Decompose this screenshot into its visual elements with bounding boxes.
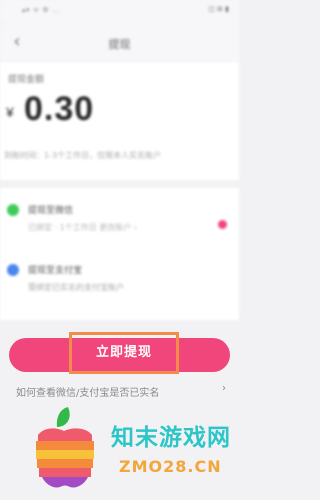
alipay-icon — [7, 264, 19, 276]
withdraw-note: 到账时间：1-3个工作日，仅限本人实名账户 — [4, 151, 162, 160]
watermark-logo-icon — [36, 407, 94, 488]
withdraw-button-label[interactable]: 立即提现 — [69, 332, 179, 374]
page-title: 提现 — [108, 38, 131, 51]
status-icons-left: ▴▾ ᯤ ⚙ ... — [22, 6, 61, 14]
wechat-icon — [7, 204, 19, 216]
balance-amount: 0.30 — [24, 90, 95, 128]
nav-bar: ‹ 提现 — [0, 24, 239, 62]
currency-symbol: ¥ — [6, 104, 14, 120]
method-title: 提现至支付宝 — [28, 266, 83, 276]
balance-card: 提现金额 ¥ 0.30 到账时间：1-3个工作日，仅限本人实名账户 — [0, 62, 239, 180]
help-link[interactable]: 如何查看微信/支付宝是否已实名 — [16, 384, 159, 399]
status-bar: ▴▾ ᯤ ⚙ ... ◫ ⊞ ▮ — [0, 0, 239, 24]
watermark-name: 知末游戏网 — [111, 425, 231, 451]
watermark-url: ZMO28.CN — [119, 457, 222, 476]
status-icons-right: ◫ ⊞ ▮ — [208, 5, 229, 13]
chevron-right-icon: › — [222, 383, 226, 394]
method-subtitle: 需绑定已实名的支付宝账户 — [28, 283, 124, 292]
method-alipay[interactable]: 提现至支付宝 需绑定已实名的支付宝账户 — [0, 256, 239, 316]
payment-methods: 提现至微信 已绑定 · 1个工作日 更改账户 › 提现至支付宝 需绑定已实名的支… — [0, 188, 239, 320]
balance-label: 提现金额 — [8, 75, 45, 85]
selected-radio-icon[interactable] — [218, 220, 227, 229]
method-wechat[interactable]: 提现至微信 已绑定 · 1个工作日 更改账户 › — [0, 196, 239, 256]
method-subtitle: 已绑定 · 1个工作日 更改账户 › — [28, 223, 138, 232]
method-title: 提现至微信 — [28, 206, 74, 216]
